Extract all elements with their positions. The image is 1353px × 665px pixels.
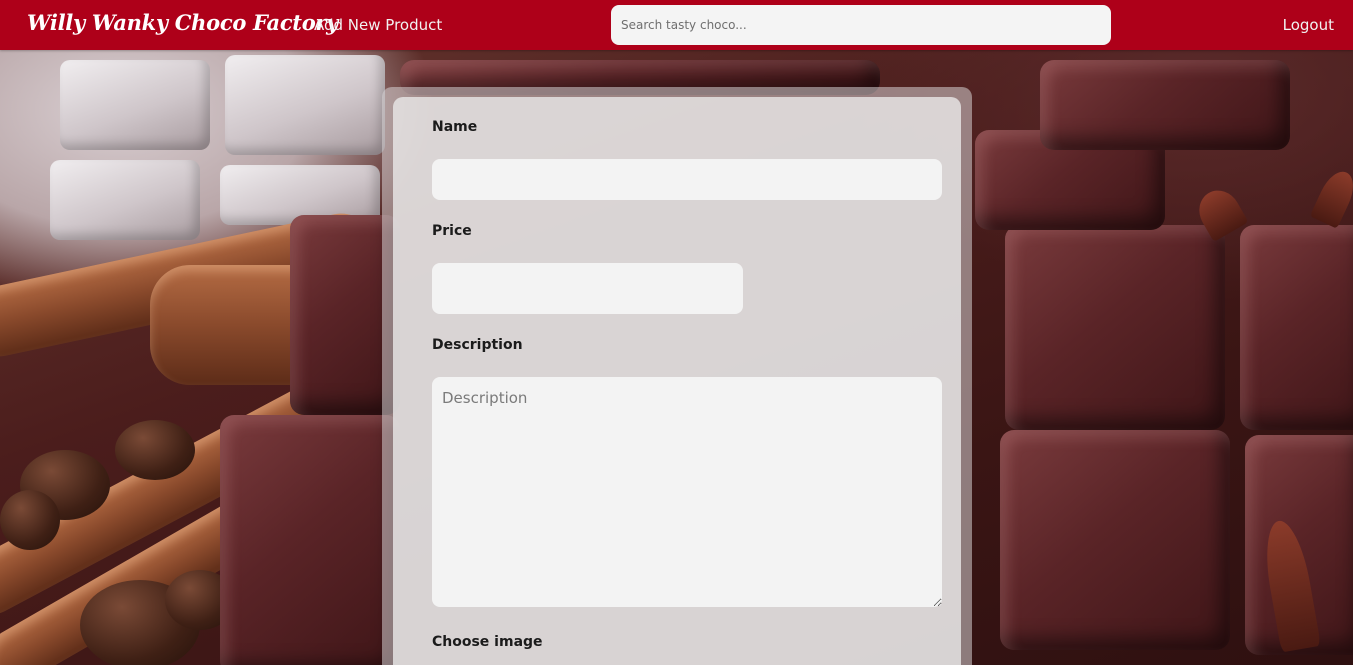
name-label: Name: [432, 119, 478, 135]
top-navbar: Willy Wanky Choco Factory Add New Produc…: [0, 0, 1353, 50]
choose-image-label: Choose image: [432, 634, 543, 650]
coffee-bean: [115, 420, 195, 480]
brand-logo[interactable]: Willy Wanky Choco Factory: [27, 10, 338, 35]
chocolate-piece: [1240, 225, 1353, 430]
white-chocolate-bar: [50, 160, 200, 240]
description-label: Description: [432, 337, 523, 353]
add-new-product-link[interactable]: Add New Product: [314, 16, 442, 34]
chocolate-piece: [220, 415, 400, 665]
chocolate-piece: [1000, 430, 1230, 650]
logout-link[interactable]: Logout: [1283, 16, 1334, 34]
chocolate-piece: [1040, 60, 1290, 150]
description-textarea[interactable]: [432, 377, 942, 607]
name-input[interactable]: [432, 159, 942, 200]
white-chocolate-bar: [60, 60, 210, 150]
price-label: Price: [432, 223, 472, 239]
white-chocolate-bar: [225, 55, 385, 155]
coffee-bean: [0, 490, 60, 550]
price-input[interactable]: [432, 263, 743, 314]
star-anise: [1309, 166, 1353, 229]
chocolate-piece: [1005, 225, 1225, 430]
search-input[interactable]: [611, 5, 1111, 45]
